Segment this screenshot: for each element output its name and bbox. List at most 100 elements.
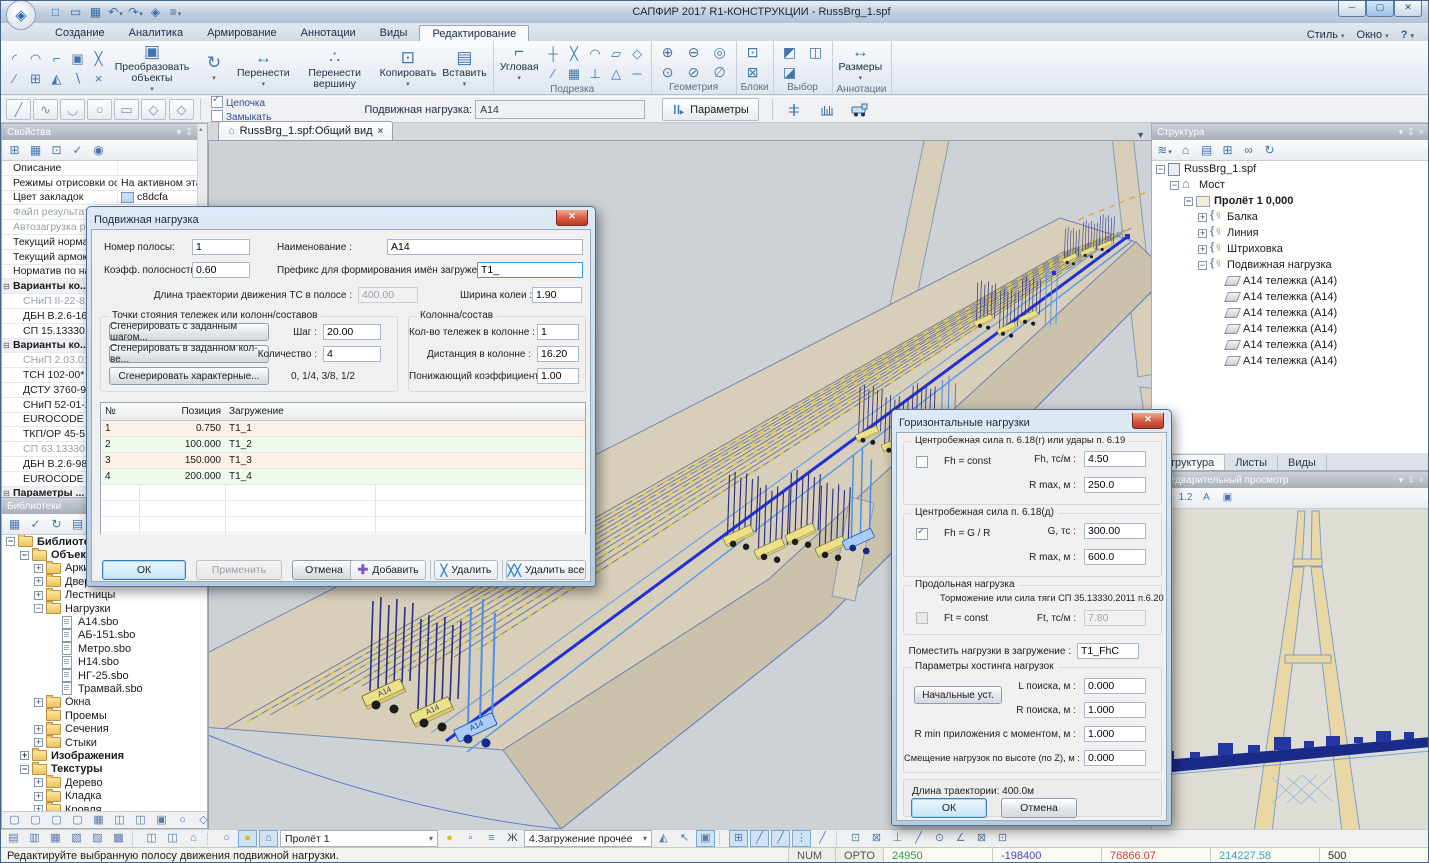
dialog-title-bar[interactable]: Горизонтальные нагрузки ✕ xyxy=(892,410,1171,433)
block-explode-icon[interactable]: ⊠ xyxy=(741,63,765,82)
model-icon[interactable]: ◫ xyxy=(142,830,161,847)
place-load-input[interactable] xyxy=(1077,643,1139,659)
select-cursor-icon[interactable]: ↖ xyxy=(675,830,694,847)
trim-cross-icon[interactable]: ┼ xyxy=(544,44,563,63)
tree-item[interactable]: Пролёт 1 0,000 xyxy=(1152,193,1429,209)
add-button[interactable]: ✚Добавить xyxy=(350,560,426,580)
copy-button[interactable]: ⊡ Копировать ▾ xyxy=(378,48,439,90)
tree-item[interactable]: A14.sbo xyxy=(2,615,207,628)
lib-mini-icon[interactable]: ▣ xyxy=(152,812,171,829)
model2-icon[interactable]: ◫ xyxy=(163,830,182,847)
trim-x-icon[interactable]: ╳ xyxy=(565,44,584,63)
tree-item[interactable]: Дерево xyxy=(2,776,207,789)
tree-item[interactable]: H14.sbo xyxy=(2,656,207,669)
dialog-title-bar[interactable]: Подвижная нагрузка ✕ xyxy=(87,207,595,230)
dialog-close-button[interactable]: ✕ xyxy=(1132,413,1164,429)
table-row[interactable]: 4 200.000 T1_4 xyxy=(101,469,585,485)
tab-close-icon[interactable]: × xyxy=(378,126,384,137)
home-icon[interactable]: ⌂ xyxy=(1177,142,1194,158)
lib-mini-icon[interactable]: ▢ xyxy=(47,812,66,829)
panel-tab[interactable]: Виды xyxy=(1278,455,1327,470)
tree-item[interactable]: A14 тележка (A14) xyxy=(1152,289,1429,305)
trim-tri-icon[interactable]: △ xyxy=(607,64,626,83)
alphabetical-icon[interactable]: ▦ xyxy=(27,142,44,158)
center-snap-icon[interactable]: ⊙ xyxy=(930,830,949,847)
close-button[interactable]: ✕ xyxy=(1394,1,1422,17)
tree-item[interactable]: Нагрузки xyxy=(2,602,207,615)
box-y-icon[interactable]: ⊡ xyxy=(993,830,1012,847)
categorized-icon[interactable]: ⊞ xyxy=(6,142,23,158)
trim-grid-icon[interactable]: ▦ xyxy=(565,64,584,83)
line-tool[interactable]: ╱ xyxy=(6,99,31,120)
r-search-input[interactable] xyxy=(1084,702,1146,718)
ribbon-tab[interactable]: Аналитика xyxy=(117,25,195,41)
collapse-icon[interactable]: ▾ xyxy=(177,127,182,138)
delete-icon[interactable]: × xyxy=(89,69,108,88)
block-create-icon[interactable]: ⊡ xyxy=(741,43,765,62)
prefix-input[interactable] xyxy=(477,262,583,278)
tree-item[interactable]: Трамвай.sbo xyxy=(2,682,207,695)
rotate-button[interactable]: ↻ ▾ xyxy=(195,53,233,84)
collapse-icon[interactable]: ▾ xyxy=(1399,475,1404,486)
line-snap-icon[interactable]: ╱ xyxy=(750,830,769,847)
node-snap-icon[interactable]: ⊠ xyxy=(867,830,886,847)
angle-icon[interactable]: ∠ xyxy=(951,830,970,847)
panel-tab[interactable]: Листы xyxy=(1225,455,1278,470)
preview-image-icon[interactable]: ▣ xyxy=(1219,490,1236,506)
preview-text-icon[interactable]: A xyxy=(1198,490,1215,506)
ribbon-tab[interactable]: Создание xyxy=(43,25,117,41)
rebar-icon[interactable]: Ж xyxy=(503,830,522,847)
lib-save-icon[interactable]: ▤ xyxy=(69,516,86,532)
lib-config-icon[interactable]: ▦ xyxy=(6,516,23,532)
guide-icon[interactable]: ╱ xyxy=(813,830,832,847)
chain-checkbox[interactable]: Цепочка xyxy=(211,96,271,110)
refresh-icon[interactable]: ↻ xyxy=(1261,142,1278,158)
open-file-icon[interactable]: ▭ xyxy=(66,4,85,20)
tree-item[interactable]: Стыки xyxy=(2,736,207,749)
tree-item[interactable]: Метро.sbo xyxy=(2,642,207,655)
tree-item[interactable]: Лестницы xyxy=(2,589,207,602)
minimize-button[interactable]: ─ xyxy=(1338,1,1366,17)
trim-icon[interactable]: ∕ xyxy=(5,69,24,88)
property-row[interactable]: Цвет закладок c8dcfa xyxy=(2,191,207,206)
tree-item[interactable]: A14 тележка (A14) xyxy=(1152,353,1429,369)
name-input[interactable] xyxy=(387,239,583,255)
poly-tool[interactable]: ◇ xyxy=(141,99,166,120)
level-select[interactable]: Пролёт 1▾ xyxy=(280,830,438,847)
move-vertex-button[interactable]: ∴ Перенести вершину ▾ xyxy=(294,48,376,90)
fh-input[interactable] xyxy=(1084,451,1146,467)
fillet-icon[interactable]: ◜ xyxy=(5,49,24,68)
spline-tool[interactable]: ∿ xyxy=(33,99,58,120)
tree-item[interactable]: Проемы xyxy=(2,709,207,722)
dialog-close-button[interactable]: ✕ xyxy=(556,210,588,226)
lamp-off-icon[interactable]: ○ xyxy=(217,830,236,847)
new-file-icon[interactable]: □ xyxy=(46,4,65,20)
tab-list-dropdown-icon[interactable]: ▼ xyxy=(1136,130,1145,140)
view-iso-icon[interactable]: ▧ xyxy=(67,830,86,847)
convert-objects-button[interactable]: ▣ Преобразовать объекты ▾ xyxy=(111,42,193,95)
ribbon-tab[interactable]: Виды xyxy=(368,25,420,41)
tree-item[interactable]: Мост xyxy=(1152,177,1429,193)
delete-button[interactable]: ╳Удалить xyxy=(434,560,498,580)
ribbon-tab[interactable]: Армирование xyxy=(195,25,289,41)
bool-cut-icon[interactable]: ⊘ xyxy=(682,63,706,82)
trim-edge-icon[interactable]: ─ xyxy=(628,64,647,83)
picker-icon[interactable]: ∖ xyxy=(68,69,87,88)
fh-gr-checkbox[interactable] xyxy=(916,528,928,540)
load-comb-icon[interactable] xyxy=(812,98,842,122)
close-icon[interactable]: × xyxy=(1419,475,1424,486)
snap-tool[interactable]: ◇ xyxy=(169,99,194,120)
lib-mini-icon[interactable]: ○ xyxy=(173,812,192,829)
lib-mini-icon[interactable]: ◫ xyxy=(131,812,150,829)
arc-tool[interactable]: ◡ xyxy=(60,99,85,120)
tree-item[interactable]: Балка xyxy=(1152,209,1429,225)
select-up-icon[interactable]: ◩ xyxy=(778,43,802,62)
rmax2-input[interactable] xyxy=(1084,549,1146,565)
close-icon[interactable]: × xyxy=(1419,127,1424,138)
paste-button[interactable]: ▤ Вставить ▾ xyxy=(440,48,489,90)
help-menu[interactable]: ? ▾ xyxy=(1397,29,1418,41)
lamp-on-icon[interactable]: ● xyxy=(238,830,257,847)
bool-ring-icon[interactable]: ◎ xyxy=(708,43,732,62)
fh-const-checkbox[interactable] xyxy=(916,456,928,468)
angle-snap-icon[interactable]: ╱ xyxy=(771,830,790,847)
